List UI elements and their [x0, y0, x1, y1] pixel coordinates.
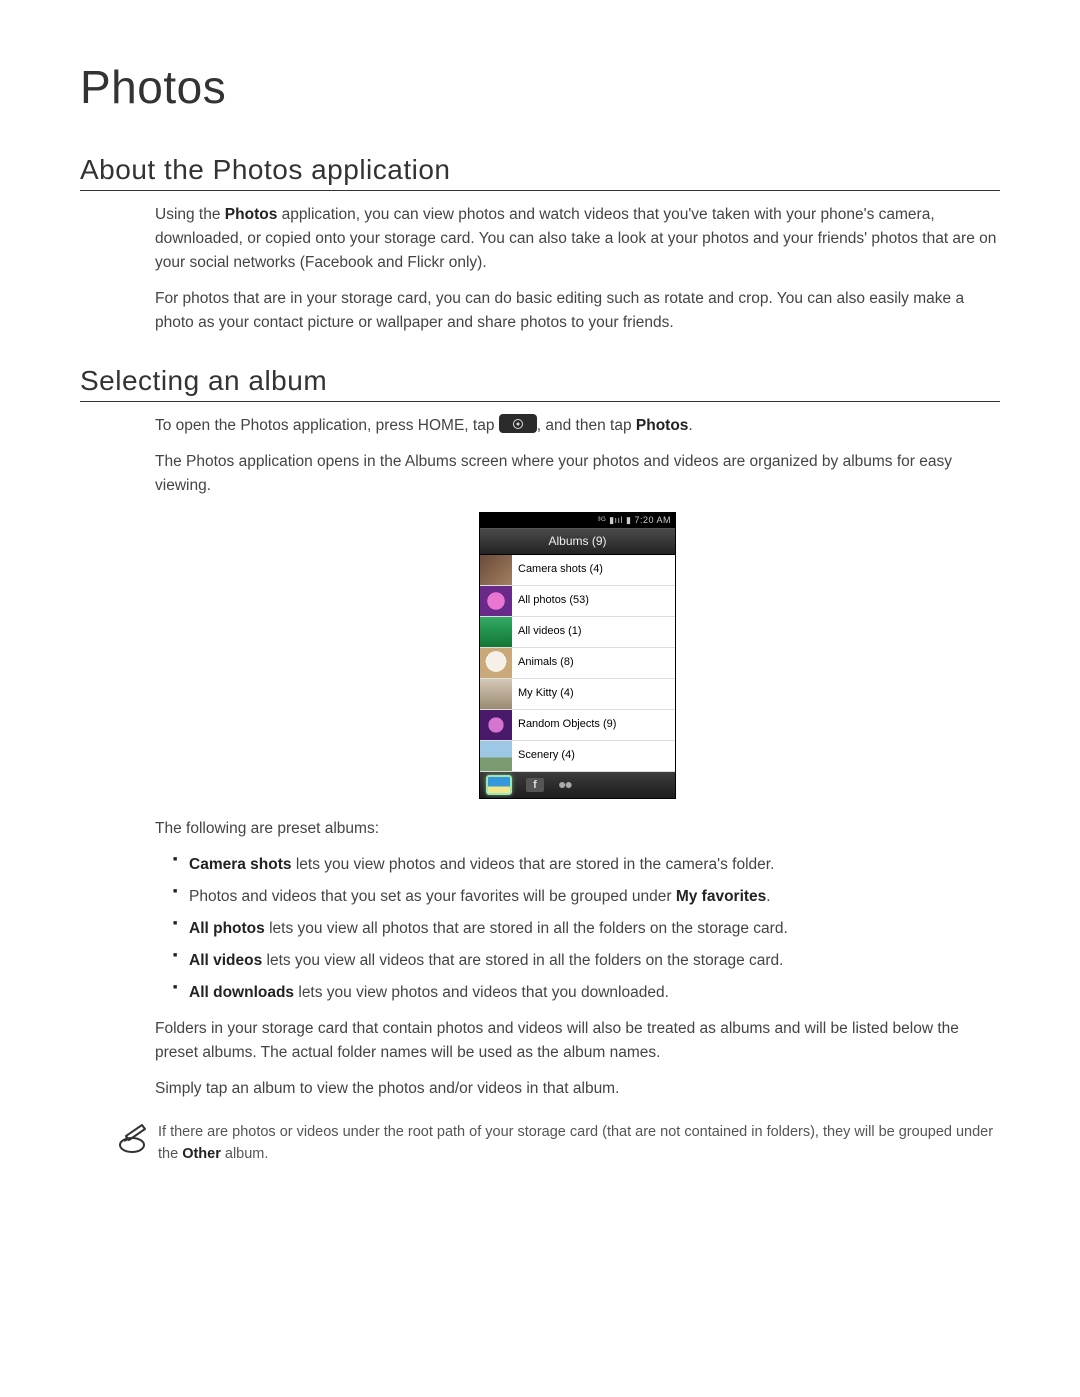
album-row: All videos (1): [480, 617, 675, 648]
album-row: All photos (53): [480, 586, 675, 617]
album-row: Animals (8): [480, 648, 675, 679]
album-thumb-icon: [480, 617, 512, 647]
note-pencil-icon: [118, 1123, 152, 1158]
album-thumb-icon: [480, 555, 512, 585]
album-label: Random Objects (9): [512, 716, 616, 733]
about-p2: For photos that are in your storage card…: [155, 287, 1000, 335]
selecting-p5: Simply tap an album to view the photos a…: [155, 1077, 1000, 1101]
selecting-p4: Folders in your storage card that contai…: [155, 1017, 1000, 1065]
note-c: album.: [221, 1146, 269, 1162]
li-text: lets you view all photos that are stored…: [265, 920, 788, 937]
about-p1: Using the Photos application, you can vi…: [155, 203, 1000, 275]
album-thumb-icon: [480, 679, 512, 709]
about-p1-c: application, you can view photos and wat…: [155, 206, 996, 271]
album-label: My Kitty (4): [512, 685, 574, 702]
list-item: Photos and videos that you set as your f…: [173, 885, 1000, 909]
li-bold: All photos: [189, 920, 265, 937]
albums-titlebar: Albums (9): [480, 528, 675, 555]
album-thumb-icon: [480, 741, 512, 771]
note-b: Other: [182, 1146, 221, 1162]
preset-albums-list: Camera shots lets you view photos and vi…: [155, 853, 1000, 1005]
album-thumb-icon: [480, 586, 512, 616]
album-row: Random Objects (9): [480, 710, 675, 741]
list-item: All videos lets you view all videos that…: [173, 949, 1000, 973]
album-label: Camera shots (4): [512, 561, 603, 578]
apps-icon: [499, 414, 537, 433]
selecting-p3: The following are preset albums:: [155, 817, 1000, 841]
album-label: Animals (8): [512, 654, 574, 671]
album-row: My Kitty (4): [480, 679, 675, 710]
section-heading-about: About the Photos application: [80, 154, 1000, 191]
selecting-p1-a: To open the Photos application, press HO…: [155, 417, 499, 434]
note-text: If there are photos or videos under the …: [158, 1121, 1000, 1166]
li-bold: Camera shots: [189, 856, 292, 873]
li-text: lets you view photos and videos that you…: [294, 984, 669, 1001]
album-label: All photos (53): [512, 592, 589, 609]
about-p1-a: Using the: [155, 206, 225, 223]
album-label: All videos (1): [512, 623, 582, 640]
li-text: lets you view all videos that are stored…: [262, 952, 783, 969]
note-block: If there are photos or videos under the …: [118, 1121, 1000, 1166]
list-item: All photos lets you view all photos that…: [173, 917, 1000, 941]
album-thumb-icon: [480, 710, 512, 740]
li-bold: All videos: [189, 952, 262, 969]
selecting-p1-d: .: [688, 417, 692, 434]
li-text: lets you view photos and videos that are…: [292, 856, 775, 873]
about-p1-b: Photos: [225, 206, 278, 223]
section-about-body: Using the Photos application, you can vi…: [155, 203, 1000, 335]
li-bold: My favorites: [676, 888, 766, 905]
li-text: .: [766, 888, 770, 905]
phone-frame: ³ᴳ ▮ııl ▮ 7:20 AM Albums (9) Camera shot…: [479, 512, 676, 799]
phone-bottom-bar: f ●●: [480, 772, 675, 798]
gallery-tab-icon: [486, 775, 512, 795]
page-title: Photos: [80, 60, 1000, 114]
album-row: Scenery (4): [480, 741, 675, 772]
phone-screenshot: ³ᴳ ▮ııl ▮ 7:20 AM Albums (9) Camera shot…: [155, 512, 1000, 803]
facebook-tab-icon: f: [526, 778, 544, 792]
album-label: Scenery (4): [512, 747, 575, 764]
album-row: Camera shots (4): [480, 555, 675, 586]
selecting-p1: To open the Photos application, press HO…: [155, 414, 1000, 438]
status-bar: ³ᴳ ▮ııl ▮ 7:20 AM: [480, 513, 675, 528]
album-thumb-icon: [480, 648, 512, 678]
list-item: Camera shots lets you view photos and vi…: [173, 853, 1000, 877]
li-bold: All downloads: [189, 984, 294, 1001]
albums-list: Camera shots (4) All photos (53) All vid…: [480, 555, 675, 772]
selecting-p2: The Photos application opens in the Albu…: [155, 450, 1000, 498]
li-pre: Photos and videos that you set as your f…: [189, 888, 676, 905]
flickr-tab-icon: ●●: [558, 774, 571, 796]
section-selecting-body: To open the Photos application, press HO…: [155, 414, 1000, 1101]
note-a: If there are photos or videos under the …: [158, 1124, 993, 1162]
list-item: All downloads lets you view photos and v…: [173, 981, 1000, 1005]
selecting-p1-c: Photos: [636, 417, 689, 434]
selecting-p1-b: , and then tap: [537, 417, 636, 434]
section-heading-selecting: Selecting an album: [80, 365, 1000, 402]
